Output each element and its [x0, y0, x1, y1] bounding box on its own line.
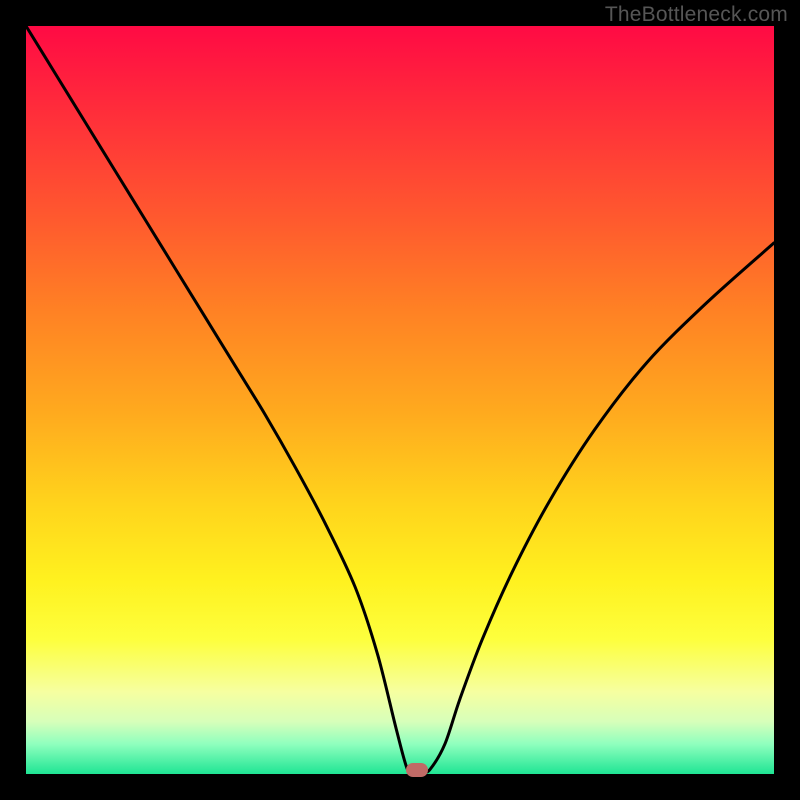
chart-frame: TheBottleneck.com: [0, 0, 800, 800]
optimal-point-marker: [406, 763, 428, 777]
bottleneck-curve: [26, 26, 774, 773]
plot-area: [26, 26, 774, 774]
watermark-text: TheBottleneck.com: [605, 3, 788, 27]
curve-svg: [26, 26, 774, 774]
